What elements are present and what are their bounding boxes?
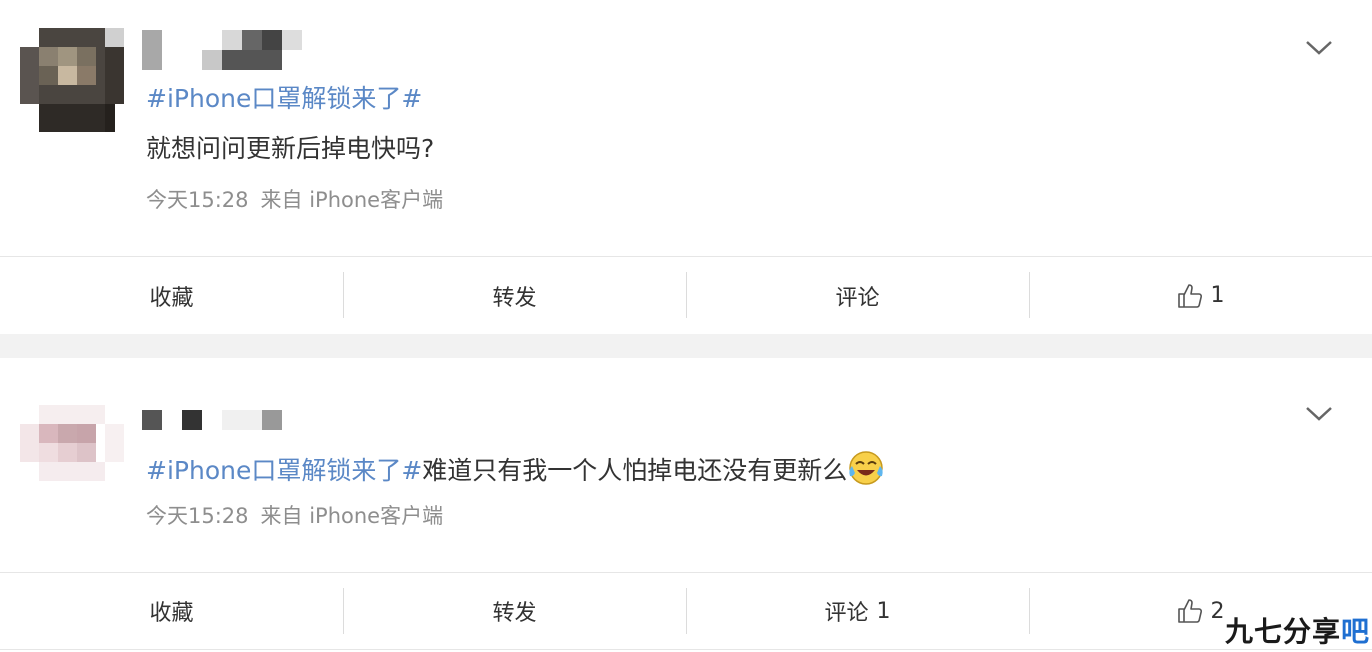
watermark-accent: 吧 (1340, 615, 1370, 648)
collect-label: 收藏 (149, 601, 194, 626)
repost-label: 转发 (492, 601, 537, 626)
repost-label: 转发 (492, 285, 537, 311)
comment-button[interactable]: 评论 (686, 257, 1029, 334)
like-count: 2 (1210, 598, 1225, 624)
repost-button[interactable]: 转发 (343, 257, 686, 334)
crying-laughing-emoji-icon (849, 451, 884, 485)
site-watermark: 九七分享吧 (1225, 610, 1370, 650)
like-button[interactable]: 1 (1029, 257, 1372, 334)
post-time[interactable]: 今天15:28 (146, 188, 249, 212)
avatar[interactable] (20, 386, 124, 490)
action-bar: 收藏 转发 评论 1 2 (0, 572, 1372, 650)
feed-post: #iPhone口罩解锁来了#难道只有我一个人怕掉电还没有更新么 今天15:28 来… (0, 358, 1372, 652)
post-time[interactable]: 今天15:28 (146, 504, 249, 528)
topic-hashtag[interactable]: #iPhone口罩解锁来了# (146, 456, 422, 485)
repost-button[interactable]: 转发 (343, 573, 686, 649)
post-source: 来自 iPhone客户端 (260, 188, 444, 212)
thumbs-up-icon (1177, 283, 1202, 308)
collect-label: 收藏 (149, 285, 194, 311)
post-source: 来自 iPhone客户端 (260, 504, 444, 528)
collect-button[interactable]: 收藏 (0, 257, 343, 334)
thumbs-up-icon (1177, 599, 1202, 623)
topic-hashtag[interactable]: #iPhone口罩解锁来了# (146, 82, 422, 116)
feed-post: #iPhone口罩解锁来了# 就想问问更新后掉电快吗? 今天15:28 来自 iP… (0, 0, 1372, 334)
comment-label: 评论 (824, 601, 869, 626)
action-bar: 收藏 转发 评论 1 (0, 256, 1372, 334)
comment-button[interactable]: 评论 1 (686, 573, 1029, 649)
comment-count: 1 (876, 598, 891, 624)
chevron-down-icon[interactable] (1304, 38, 1334, 58)
watermark-main: 九七分享 (1224, 615, 1341, 648)
comment-label: 评论 (835, 285, 880, 311)
avatar[interactable] (20, 28, 124, 132)
post-meta: 今天15:28 来自 iPhone客户端 (146, 184, 455, 214)
post-text-line: #iPhone口罩解锁来了#难道只有我一个人怕掉电还没有更新么 (146, 448, 885, 488)
post-text: 难道只有我一个人怕掉电还没有更新么 (422, 456, 848, 485)
chevron-down-icon[interactable] (1304, 404, 1334, 424)
like-count: 1 (1210, 283, 1225, 308)
post-meta: 今天15:28 来自 iPhone客户端 (146, 500, 455, 530)
collect-button[interactable]: 收藏 (0, 573, 343, 649)
post-text: 就想问问更新后掉电快吗? (146, 134, 435, 163)
